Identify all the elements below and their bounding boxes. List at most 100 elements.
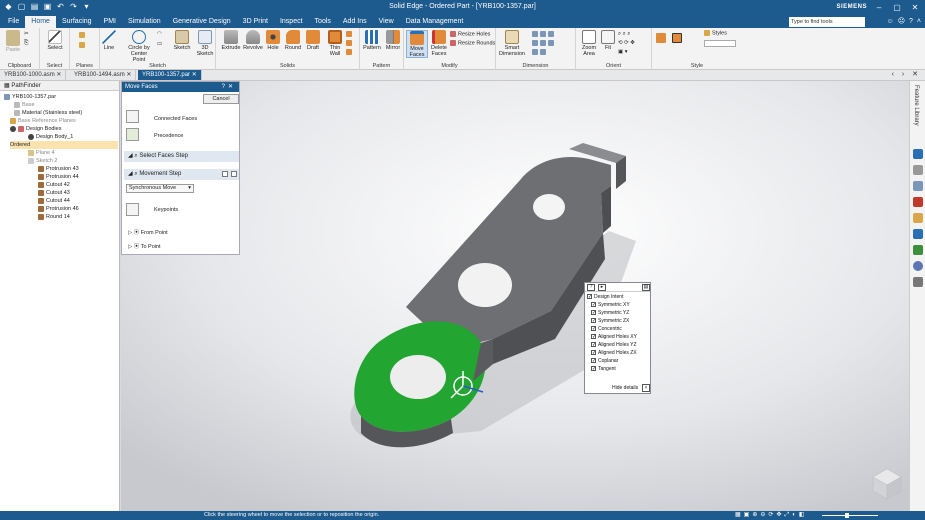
draft-button[interactable]: Draft (304, 30, 322, 51)
variables-icon[interactable] (913, 229, 923, 239)
fit-view-icon[interactable]: ⤢ (784, 511, 789, 520)
cut-icon[interactable]: ✂ (24, 31, 29, 38)
tree-item-cutout-43[interactable]: Cutout 43 (38, 189, 70, 197)
pan-icon[interactable]: ✥ (776, 511, 781, 520)
close-tab-icon[interactable]: ✕ (192, 72, 197, 78)
tree-item-part[interactable]: YRB100-1357.par (4, 93, 56, 101)
option-symmetric-zx[interactable]: ✓ Symmetric ZX (591, 318, 629, 325)
pattern-button[interactable]: Pattern (362, 30, 382, 51)
eye-icon[interactable] (10, 125, 16, 132)
tree-item-protrusion-46[interactable]: Protrusion 46 (38, 205, 79, 213)
tree-item-base-reference-planes[interactable]: Base Reference Planes (10, 117, 76, 125)
tree-item-material[interactable]: Material (Stainless steel) (14, 109, 82, 117)
maximize-icon[interactable]: ▢ (889, 1, 905, 14)
tab-add-ins[interactable]: Add Ins (337, 16, 373, 28)
sketch-button[interactable]: Sketch (172, 30, 192, 51)
tab-3d-print[interactable]: 3D Print (237, 16, 274, 28)
tab-view[interactable]: View (373, 16, 400, 28)
round-button[interactable]: Round (284, 30, 302, 51)
relationships-icon[interactable] (913, 245, 923, 255)
move-faces-button[interactable]: Move Faces (406, 30, 428, 58)
thin-wall-button[interactable]: Thin Wall (324, 30, 346, 57)
plane-dropdown-icon[interactable] (79, 42, 87, 49)
minimize-icon[interactable]: – (871, 1, 887, 14)
close-tab-icon[interactable]: ✕ (126, 72, 131, 78)
extrude-button[interactable]: Extrude (220, 30, 242, 51)
tab-inspect[interactable]: Inspect (274, 16, 309, 28)
tab-simulation[interactable]: Simulation (122, 16, 167, 28)
tree-item-cutout-44[interactable]: Cutout 44 (38, 197, 70, 205)
tab-pmi[interactable]: PMI (98, 16, 122, 28)
zoom-slider-handle[interactable] (845, 513, 849, 518)
connected-faces-icon[interactable] (126, 110, 139, 123)
tree-item-plane-4[interactable]: Plane 4 (28, 149, 55, 157)
chamfer-icon[interactable] (346, 49, 354, 56)
view-orientation-icon[interactable]: ▣ ▾ (618, 49, 628, 56)
design-intent-checkbox[interactable]: ✓ Design Intent (587, 294, 623, 301)
tree-item-ordered[interactable]: Ordered (10, 141, 118, 149)
hole-button[interactable]: Hole (264, 30, 282, 51)
circle-by-center-point-button[interactable]: Circle by Center Point (124, 30, 154, 63)
zoom-out-icon[interactable]: ⊖ (760, 511, 765, 520)
parts-library-icon[interactable] (913, 181, 923, 191)
line-button[interactable]: Line (100, 30, 118, 51)
mirror-button[interactable]: Mirror (383, 30, 403, 51)
copy-icon[interactable]: ⎘ (24, 40, 28, 47)
tree-item-round-14[interactable]: Round 14 (38, 213, 70, 221)
close-icon[interactable]: ✕ (907, 1, 923, 14)
resize-holes-button[interactable]: Resize Holes (450, 31, 490, 38)
option-concentric[interactable]: ✓ Concentric (591, 326, 622, 333)
tab-file[interactable]: File (2, 16, 25, 28)
distance-icon[interactable] (532, 31, 556, 38)
rotate-icon[interactable]: ⟳ (768, 511, 773, 520)
tab-surfacing[interactable]: Surfacing (56, 16, 98, 28)
revolve-button[interactable]: Revolve (242, 30, 264, 51)
close-tab-icon[interactable]: ✕ (56, 72, 61, 78)
options-icon[interactable]: ▤ (642, 284, 650, 291)
move-type-select[interactable]: Synchronous Move ▾ (126, 184, 194, 193)
smiley-icon[interactable]: ☺ (887, 16, 894, 28)
boss-hole[interactable] (390, 355, 446, 399)
play-icon[interactable]: ▸ (598, 284, 606, 291)
option-aligned-holes-xy[interactable]: ✓ Aligned Holes XY (591, 334, 637, 341)
step-ok-icon[interactable] (222, 171, 228, 177)
rectangle-icon[interactable]: ▭ (157, 41, 162, 48)
help-icon[interactable]: ? (909, 16, 913, 28)
globe-icon[interactable] (913, 261, 923, 271)
fit-button[interactable]: Fit (600, 30, 616, 51)
doc-tab-asm-1000[interactable]: YRB100-1000.asm ✕ (0, 70, 67, 80)
zoom-in-icon[interactable]: ⊕ (752, 511, 757, 520)
zoom-slider[interactable] (822, 515, 878, 516)
doc-tab-asm-1494[interactable]: YRB100-1494.asm ✕ (70, 70, 137, 80)
tab-generative-design[interactable]: Generative Design (167, 16, 237, 28)
plane-icon[interactable] (79, 32, 87, 39)
resize-rounds-button[interactable]: Resize Rounds (450, 40, 495, 47)
medium-hole[interactable] (458, 263, 512, 307)
shell-icon[interactable] (346, 40, 354, 47)
zoom-area-button[interactable]: Zoom Area (578, 30, 600, 57)
key-icon[interactable] (913, 213, 923, 223)
doc-tab-par-1357[interactable]: YRB100-1357.par ✕ (138, 70, 202, 80)
option-aligned-holes-yz[interactable]: ✓ Aligned Holes YZ (591, 342, 637, 349)
arc-icon[interactable]: ◠ (157, 31, 162, 38)
smart-dimension-button[interactable]: Smart Dimension (498, 30, 526, 57)
angle-icon[interactable] (532, 40, 556, 47)
option-tangent[interactable]: ✓ Tangent (591, 366, 616, 373)
tree-item-design-body[interactable]: Design Body_1 (28, 133, 73, 141)
tab-home[interactable]: Home (25, 16, 56, 28)
option-aligned-holes-zx[interactable]: ✓ Aligned Holes ZX (591, 350, 637, 357)
tree-item-protrusion-43[interactable]: Protrusion 43 (38, 165, 79, 173)
frown-icon[interactable]: ☹ (898, 16, 905, 28)
style-dropdown[interactable] (704, 40, 736, 47)
find-tools-input[interactable]: Type to find tools (789, 17, 865, 27)
feature-library-tab[interactable]: Feature Library (913, 85, 919, 126)
tree-item-base[interactable]: Base (14, 101, 35, 109)
collapse-icon[interactable]: ˄ (642, 384, 650, 392)
hide-details-link[interactable]: Hide details (612, 385, 638, 391)
shade-icon[interactable]: ◐ (792, 511, 796, 520)
small-hole[interactable] (533, 194, 565, 220)
tree-item-sketch-2[interactable]: Sketch 2 (28, 157, 57, 165)
option-coplanar[interactable]: ✓ Coplanar (591, 358, 618, 365)
zoom-icon[interactable]: ⌕ ⌕ ⌕ (618, 31, 630, 38)
from-point-step[interactable]: ▷ ⦿ From Point (128, 228, 168, 236)
